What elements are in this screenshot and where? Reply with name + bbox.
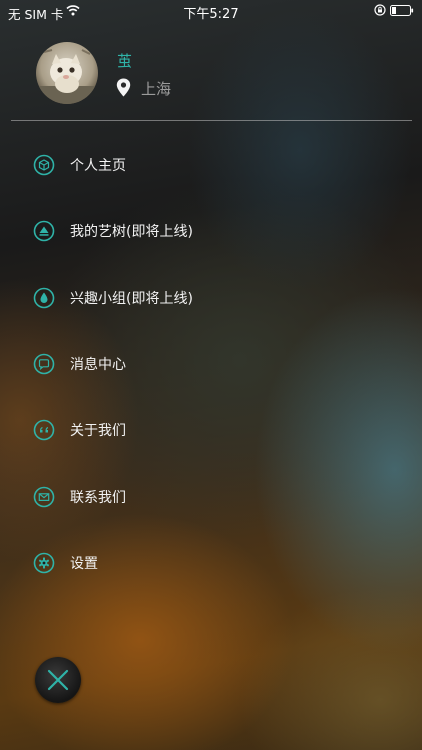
menu-item-settings[interactable]: 设置	[0, 530, 422, 596]
menu-item-label: 关于我们	[70, 423, 126, 440]
username: 茧	[117, 52, 133, 70]
cube-icon	[33, 154, 55, 176]
menu-item-profile[interactable]: 个人主页	[0, 132, 422, 198]
side-menu: 个人主页 我的艺树(即将上线) 兴趣小组(即将上线) 消息中心 关于我们 联系我…	[0, 132, 422, 596]
menu-item-label: 设置	[70, 555, 98, 572]
location-text: 上海	[141, 80, 172, 98]
drop-icon	[33, 287, 55, 309]
battery-icon	[390, 5, 414, 16]
menu-item-my-art-tree[interactable]: 我的艺树(即将上线)	[0, 198, 422, 264]
menu-item-contact-us[interactable]: 联系我们	[0, 463, 422, 529]
menu-item-label: 消息中心	[70, 357, 126, 374]
divider	[11, 120, 412, 121]
menu-item-interest-groups[interactable]: 兴趣小组(即将上线)	[0, 265, 422, 331]
menu-item-about-us[interactable]: 关于我们	[0, 397, 422, 463]
gear-icon	[33, 552, 55, 574]
menu-item-label: 兴趣小组(即将上线)	[70, 290, 193, 307]
close-button[interactable]	[35, 657, 81, 703]
menu-item-label: 个人主页	[70, 158, 126, 175]
menu-item-label: 联系我们	[70, 489, 126, 506]
status-time: 下午5:27	[183, 7, 239, 22]
location-pin-icon	[116, 78, 131, 97]
mail-icon	[33, 486, 55, 507]
menu-item-message-center[interactable]: 消息中心	[0, 331, 422, 397]
close-icon	[47, 669, 69, 691]
quote-icon	[33, 420, 55, 441]
menu-item-label: 我的艺树(即将上线)	[70, 224, 193, 241]
avatar-image	[36, 42, 98, 104]
triangle-icon	[33, 221, 55, 242]
avatar[interactable]	[36, 42, 98, 104]
chat-icon	[33, 353, 55, 375]
side-menu-screen: 无 SIM 卡 下午5:27 茧 上海 个人主页 我的艺树(即将上线) 兴趣小组…	[0, 0, 422, 750]
status-bar: 无 SIM 卡 下午5:27	[0, 0, 422, 22]
rotation-lock-icon	[374, 4, 386, 16]
